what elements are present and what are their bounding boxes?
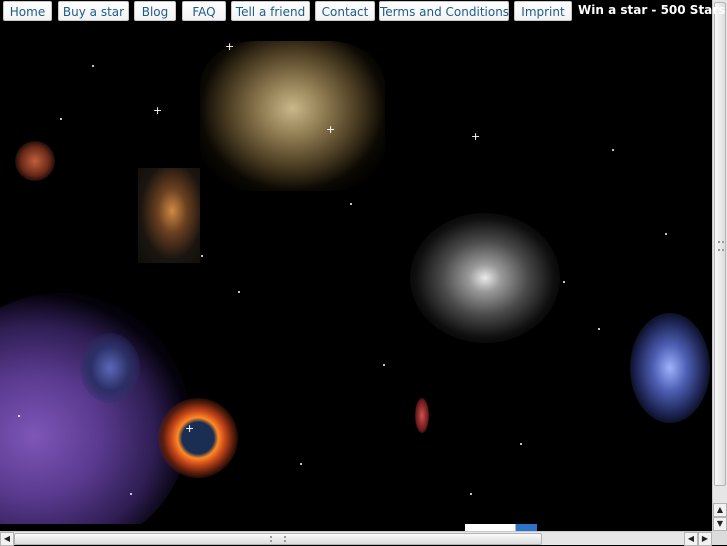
- star: [60, 118, 62, 120]
- vertical-scroll-thumb[interactable]: [714, 2, 726, 486]
- small-orange-nebula-image: [15, 141, 55, 181]
- star: [130, 493, 132, 495]
- star: [563, 281, 565, 283]
- ring-nebula-image: [158, 398, 238, 478]
- horizontal-scroll-thumb[interactable]: [14, 533, 542, 545]
- arrow-up-icon[interactable]: ▲: [713, 503, 727, 517]
- star: [598, 328, 600, 330]
- star: [238, 291, 240, 293]
- nav-buy-a-star-button[interactable]: Buy a star: [58, 1, 129, 21]
- star: [18, 415, 20, 417]
- arrow-right-icon[interactable]: ▶: [698, 532, 712, 546]
- arrow-left-icon[interactable]: ◀: [0, 532, 14, 546]
- nav-blog-button[interactable]: Blog: [134, 1, 176, 21]
- star: [612, 149, 614, 151]
- footer-badge[interactable]: [465, 524, 537, 531]
- star: [300, 463, 302, 465]
- sparkle-star: +: [225, 40, 235, 53]
- nav-contact-button[interactable]: Contact: [315, 1, 375, 21]
- horizontal-scrollbar[interactable]: ◀ ◀ ▶: [0, 531, 712, 546]
- footer-strip: [0, 524, 712, 531]
- scrollbar-corner: [712, 531, 727, 545]
- star: [383, 364, 385, 366]
- star: [520, 443, 522, 445]
- red-nebula-image: [415, 398, 429, 433]
- promo-link[interactable]: Win a star - 500 Stars for F: [578, 3, 727, 17]
- arrow-left-icon[interactable]: ◀: [684, 532, 698, 546]
- sparkle-star: +: [326, 123, 336, 136]
- nav-terms-button[interactable]: Terms and Conditions: [379, 1, 509, 21]
- orange-galaxy-image: [138, 168, 200, 263]
- star: [350, 203, 352, 205]
- spiral-galaxy-image: [410, 213, 560, 343]
- nav-home-button[interactable]: Home: [3, 1, 52, 21]
- purple-nebula-image: [0, 293, 190, 524]
- nav-imprint-button[interactable]: Imprint: [514, 1, 572, 21]
- nav-faq-button[interactable]: FAQ: [182, 1, 226, 21]
- sparkle-star: +: [153, 104, 163, 117]
- sparkle-star: +: [185, 422, 195, 435]
- sparkle-star: +: [471, 130, 481, 143]
- grip-icon: [718, 241, 724, 251]
- blue-nebula-image: [80, 333, 140, 403]
- star: [201, 255, 203, 257]
- vertical-scrollbar[interactable]: ▲ ▼: [712, 0, 727, 531]
- blue-star-cluster-image: [630, 313, 710, 423]
- arrow-down-icon[interactable]: ▼: [713, 517, 727, 531]
- star: [665, 233, 667, 235]
- nav-tell-a-friend-button[interactable]: Tell a friend: [231, 1, 310, 21]
- golden-nebula-image: [200, 41, 385, 191]
- star: [92, 65, 94, 67]
- top-navigation: Home Buy a star Blog FAQ Tell a friend C…: [0, 0, 727, 23]
- starfield-banner: + + + + +: [0, 23, 712, 524]
- grip-icon: [270, 536, 286, 542]
- star: [470, 493, 472, 495]
